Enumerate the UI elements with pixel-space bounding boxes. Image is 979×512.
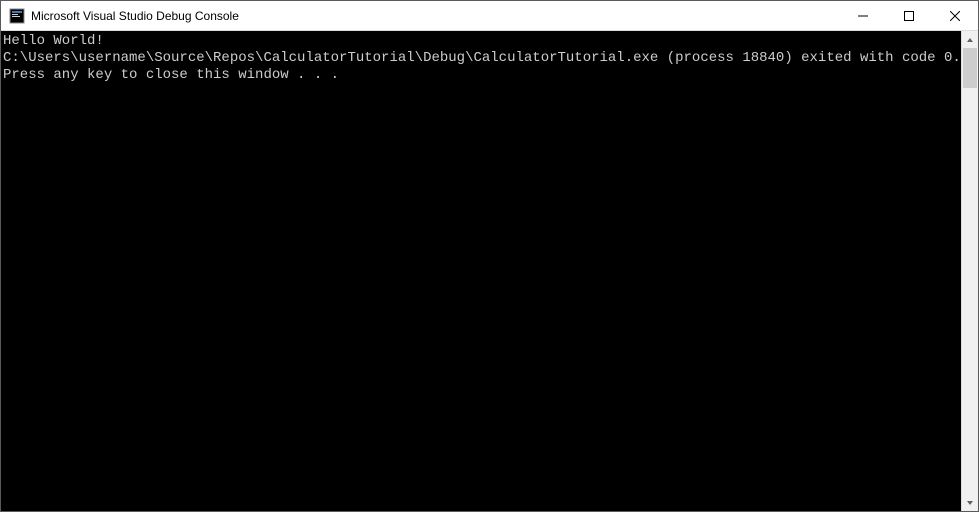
scroll-thumb[interactable] [963, 48, 977, 88]
minimize-button[interactable] [840, 1, 886, 30]
scroll-track[interactable] [962, 48, 978, 494]
console-line: Hello World! [3, 33, 961, 50]
scroll-down-button[interactable] [962, 494, 978, 511]
console-line: C:\Users\username\Source\Repos\Calculato… [3, 50, 961, 67]
console-output[interactable]: Hello World!C:\Users\username\Source\Rep… [1, 31, 961, 511]
title-bar: Microsoft Visual Studio Debug Console [1, 1, 978, 31]
vertical-scrollbar[interactable] [961, 31, 978, 511]
scroll-up-button[interactable] [962, 31, 978, 48]
close-button[interactable] [932, 1, 978, 30]
window-title: Microsoft Visual Studio Debug Console [31, 9, 840, 23]
app-icon [9, 8, 25, 24]
content-area: Hello World!C:\Users\username\Source\Rep… [1, 31, 978, 511]
window-controls [840, 1, 978, 30]
maximize-button[interactable] [886, 1, 932, 30]
console-line: Press any key to close this window . . . [3, 67, 961, 84]
